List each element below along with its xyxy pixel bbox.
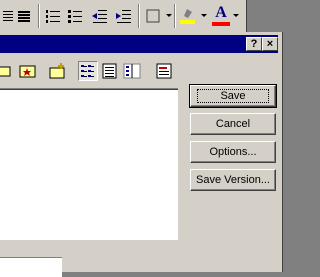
numbered-list-icon[interactable] <box>44 6 64 26</box>
font-color-icon[interactable]: A <box>213 5 229 21</box>
bullet-list-icon[interactable] <box>66 6 86 26</box>
dialog-title-bar[interactable]: ? × <box>0 35 278 53</box>
borders-icon[interactable] <box>144 6 164 26</box>
toolbar-separator <box>138 4 140 28</box>
options-button[interactable]: Options... <box>190 141 276 163</box>
folder-icon[interactable] <box>0 61 16 81</box>
list-view-icon[interactable] <box>78 61 98 81</box>
save-button[interactable]: Save <box>189 84 277 108</box>
font-color-swatch <box>212 22 230 26</box>
highlight-dropdown-icon[interactable] <box>201 14 207 17</box>
cancel-button[interactable]: Cancel <box>190 113 276 135</box>
save-button-label: Save <box>197 89 269 103</box>
file-list[interactable] <box>0 88 179 241</box>
toolbar-separator <box>174 4 176 28</box>
increase-indent-icon[interactable] <box>114 6 134 26</box>
new-folder-icon[interactable] <box>48 61 68 81</box>
help-button[interactable]: ? <box>246 37 262 51</box>
preview-icon[interactable] <box>154 61 174 81</box>
details-view-icon[interactable] <box>100 61 120 81</box>
close-button[interactable]: × <box>262 37 278 51</box>
save-version-button[interactable]: Save Version... <box>190 169 276 191</box>
properties-view-icon[interactable] <box>122 61 142 81</box>
decrease-indent-icon[interactable] <box>90 6 110 26</box>
toolbar-separator <box>38 4 40 28</box>
borders-dropdown-icon[interactable] <box>166 14 172 17</box>
toolbar-empty-area <box>246 0 303 32</box>
font-color-dropdown-icon[interactable] <box>233 14 239 17</box>
favorites-folder-icon[interactable] <box>18 61 38 81</box>
highlight-icon[interactable] <box>178 6 198 26</box>
save-as-dialog: ? × Save Cancel Options... Save Version.… <box>0 32 283 277</box>
align-distributed-icon[interactable] <box>16 6 36 26</box>
app-formatting-toolbar: A <box>0 0 303 33</box>
file-name-field[interactable] <box>0 257 62 277</box>
